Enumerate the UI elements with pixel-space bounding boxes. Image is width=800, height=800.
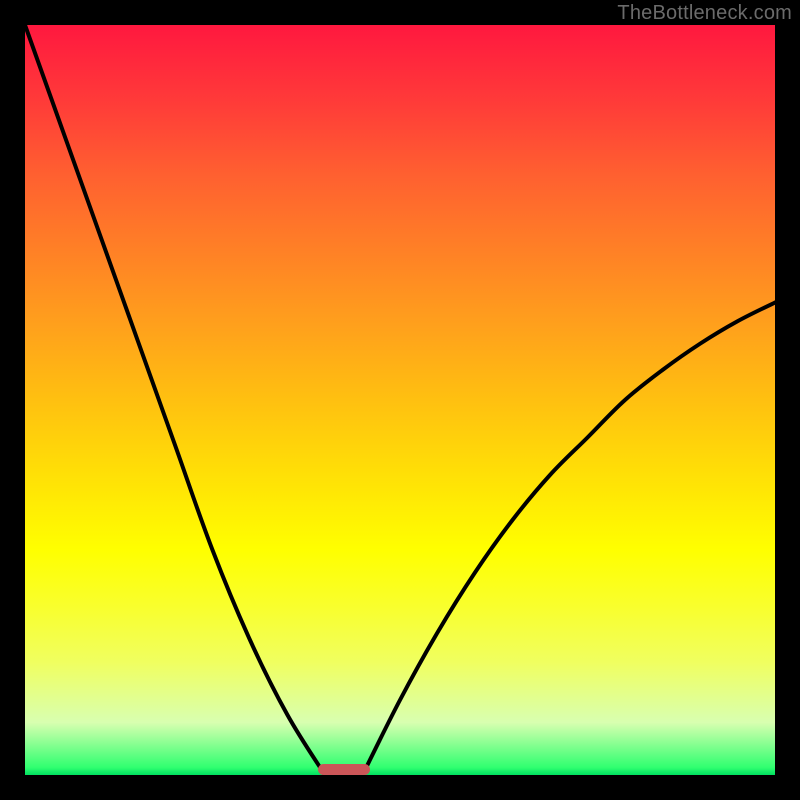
bottleneck-marker — [318, 764, 371, 775]
chart-curves-svg — [25, 25, 775, 775]
curve-left-curve — [25, 25, 325, 775]
watermark-text: TheBottleneck.com — [617, 2, 792, 25]
curve-right-curve — [363, 303, 776, 776]
chart-plot-area — [25, 25, 775, 775]
